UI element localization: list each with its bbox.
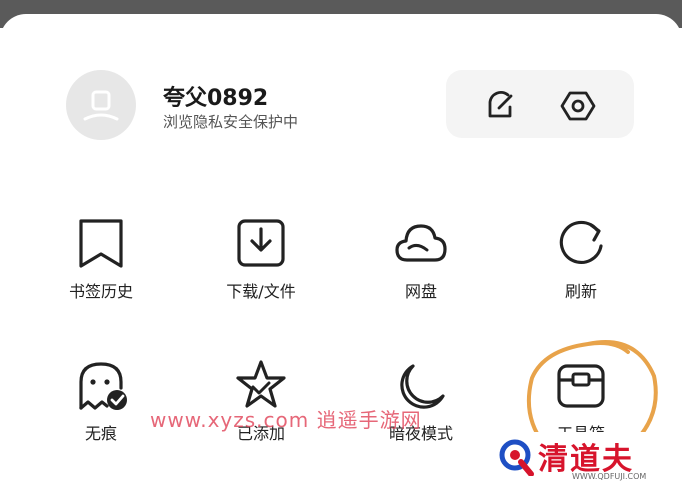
grid-item-refresh[interactable]: 刷新: [526, 216, 636, 316]
brand-url: WWW.QDFUJI.COM: [572, 472, 647, 481]
grid-item-bookmarks-history[interactable]: 书签历史: [46, 216, 156, 316]
brand-logo-icon: [499, 439, 534, 476]
grid-item-incognito[interactable]: 无痕: [46, 358, 156, 458]
grid-item-label: 刷新: [564, 282, 597, 301]
hexagon-settings-icon[interactable]: [560, 88, 596, 124]
privacy-status-text: 浏览隐私安全保护中: [163, 113, 299, 131]
cloud-icon: [395, 224, 447, 262]
download-icon: [237, 219, 285, 267]
username[interactable]: 夸父0892: [163, 80, 268, 112]
ghost-icon: [79, 362, 127, 410]
grid-item-label: 书签历史: [68, 282, 133, 301]
grid-item-label: 网盘: [404, 282, 437, 301]
grid-item-label: 无痕: [84, 424, 117, 443]
grid-item-cloud-drive[interactable]: 网盘: [366, 216, 476, 316]
avatar[interactable]: [66, 70, 136, 140]
watermark-text: www.xyzs.com 逍遥手游网: [150, 408, 422, 432]
profile-actions: [446, 70, 634, 138]
edit-icon[interactable]: [482, 88, 518, 124]
brand-watermark: 清道夫 WWW.QDFUJI.COM: [488, 432, 682, 484]
grid-item-downloads[interactable]: 下载/文件: [206, 216, 316, 316]
toolbox-icon: [557, 364, 605, 408]
bookmark-icon: [79, 219, 123, 268]
refresh-icon: [559, 220, 603, 264]
user-icon: [83, 90, 119, 121]
grid-item-label: 下载/文件: [226, 282, 296, 301]
